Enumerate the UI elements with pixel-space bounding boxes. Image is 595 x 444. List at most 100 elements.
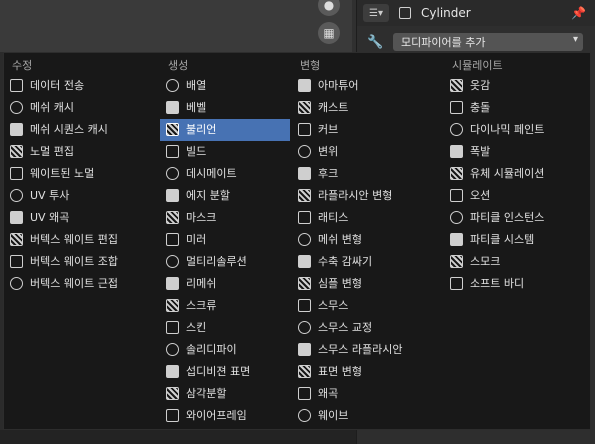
- menu-item[interactable]: 멀티리솔루션: [160, 251, 290, 273]
- uv-warp-icon: [10, 211, 23, 224]
- displace-icon: [298, 145, 311, 158]
- mirror-icon: [166, 233, 179, 246]
- menu-item[interactable]: 변위: [292, 141, 442, 163]
- menu-item[interactable]: 옷감: [444, 75, 590, 97]
- menu-item[interactable]: 충돌: [444, 97, 590, 119]
- wrench-icon[interactable]: 🔧: [367, 35, 383, 50]
- menu-item-label: UV 왜곡: [30, 211, 70, 224]
- menu-item[interactable]: UV 왜곡: [4, 207, 160, 229]
- menu-item[interactable]: 스무스 교정: [292, 317, 442, 339]
- menu-item-label: 버텍스 웨이트 근접: [30, 277, 118, 290]
- menu-item[interactable]: 베벨: [160, 97, 290, 119]
- editor-type-button[interactable]: ☰▾: [363, 4, 389, 22]
- fluid-simulation-icon: [450, 167, 463, 180]
- menu-item[interactable]: 웨이트된 노멀: [4, 163, 160, 185]
- menu-item[interactable]: 표면 변형: [292, 361, 442, 383]
- menu-item[interactable]: 섭디비젼 표면: [160, 361, 290, 383]
- menu-item[interactable]: 스크류: [160, 295, 290, 317]
- menu-item[interactable]: 심플 변형: [292, 273, 442, 295]
- vertex-weight-edit-icon: [10, 233, 23, 246]
- add-modifier-dropdown[interactable]: 모디파이어를 추가 ▾: [393, 33, 583, 51]
- menu-item[interactable]: 솔리디파이: [160, 339, 290, 361]
- menu-item[interactable]: 후크: [292, 163, 442, 185]
- menu-item[interactable]: 래티스: [292, 207, 442, 229]
- menu-item[interactable]: 오션: [444, 185, 590, 207]
- menu-item-label: 섭디비젼 표면: [186, 365, 251, 378]
- menu-item-label: 옷감: [470, 79, 491, 92]
- menu-item[interactable]: 파티클 시스템: [444, 229, 590, 251]
- menu-item[interactable]: 노멀 편집: [4, 141, 160, 163]
- menu-item[interactable]: UV 투사: [4, 185, 160, 207]
- warp-icon: [298, 387, 311, 400]
- add-modifier-label: 모디파이어를 추가: [401, 36, 486, 49]
- column-title: 생성: [168, 59, 189, 72]
- menu-item-label: 라플라시안 변형: [318, 189, 393, 202]
- menu-item[interactable]: 불리언: [160, 119, 290, 141]
- mesh-sequence-cache-icon: [10, 123, 23, 136]
- menu-item-label: 스킨: [186, 321, 207, 334]
- menu-item[interactable]: 아마튜어: [292, 75, 442, 97]
- menu-item[interactable]: 메쉬 시퀀스 캐시: [4, 119, 160, 141]
- menu-item-label: 다이나믹 페인트: [470, 123, 545, 136]
- menu-item-label: 웨이브: [318, 409, 349, 422]
- menu-item[interactable]: 폭발: [444, 141, 590, 163]
- pin-icon[interactable]: 📌: [571, 6, 586, 20]
- bevel-icon: [166, 101, 179, 114]
- menu-item-label: 스무스 라플라시안: [318, 343, 403, 356]
- view-gizmo-icon[interactable]: ●: [318, 0, 340, 16]
- menu-item[interactable]: 커브: [292, 119, 442, 141]
- dynamic-paint-icon: [450, 123, 463, 136]
- menu-item[interactable]: 스킨: [160, 317, 290, 339]
- menu-item-label: 스크류: [186, 299, 217, 312]
- menu-item-label: 리메쉬: [186, 277, 217, 290]
- menu-item-label: 왜곡: [318, 387, 339, 400]
- smooth-corrective-icon: [298, 321, 311, 334]
- boolean-icon: [166, 123, 179, 136]
- menu-item[interactable]: 에지 분할: [160, 185, 290, 207]
- menu-item-label: 캐스트: [318, 101, 349, 114]
- array-icon: [166, 79, 179, 92]
- menu-item[interactable]: 데이터 전송: [4, 75, 160, 97]
- menu-item-label: 수축 감싸기: [318, 255, 373, 268]
- grid-view-icon[interactable]: ▦: [318, 22, 340, 44]
- menu-item[interactable]: 스무스: [292, 295, 442, 317]
- menu-item[interactable]: 캐스트: [292, 97, 442, 119]
- menu-item[interactable]: 스모크: [444, 251, 590, 273]
- menu-item[interactable]: 미러: [160, 229, 290, 251]
- menu-item-label: 스무스: [318, 299, 349, 312]
- menu-item[interactable]: 메쉬 캐시: [4, 97, 160, 119]
- cloth-icon: [450, 79, 463, 92]
- add-modifier-menu: 수정 데이터 전송 메쉬 캐시 메쉬 시퀀스 캐시 노멀 편집 웨이트된 노멀 UV 투사…: [3, 52, 591, 430]
- menu-item[interactable]: 메쉬 변형: [292, 229, 442, 251]
- menu-column-simulate: 시뮬레이트 옷감 충돌 다이나믹 페인트 폭발 유체 시뮬레이션 오션 파티클 인스턴스 파티…: [444, 57, 590, 295]
- menu-item[interactable]: 웨이브: [292, 405, 442, 427]
- solidify-icon: [166, 343, 179, 356]
- menu-item[interactable]: 마스크: [160, 207, 290, 229]
- menu-item[interactable]: 리메쉬: [160, 273, 290, 295]
- menu-item-label: 아마튜어: [318, 79, 359, 92]
- menu-item[interactable]: 왜곡: [292, 383, 442, 405]
- menu-item[interactable]: 소프트 바디: [444, 273, 590, 295]
- menu-item[interactable]: 버텍스 웨이트 조합: [4, 251, 160, 273]
- menu-item[interactable]: 와이어프레임: [160, 405, 290, 427]
- menu-item[interactable]: 파티클 인스턴스: [444, 207, 590, 229]
- menu-item[interactable]: 라플라시안 변형: [292, 185, 442, 207]
- menu-item[interactable]: 스무스 라플라시안: [292, 339, 442, 361]
- menu-item-label: 스모크: [470, 255, 501, 268]
- menu-item[interactable]: 데시메이트: [160, 163, 290, 185]
- viewport-3d[interactable]: ● ▦: [0, 0, 352, 52]
- armature-icon: [298, 79, 311, 92]
- particle-system-icon: [450, 233, 463, 246]
- menu-item-label: 에지 분할: [186, 189, 230, 202]
- menu-item[interactable]: 빌드: [160, 141, 290, 163]
- screw-icon: [166, 299, 179, 312]
- menu-item[interactable]: 배열: [160, 75, 290, 97]
- menu-item[interactable]: 삼각분할: [160, 383, 290, 405]
- column-title: 수정: [12, 59, 33, 72]
- object-name: Cylinder: [421, 6, 471, 20]
- menu-item[interactable]: 버텍스 웨이트 편집: [4, 229, 160, 251]
- menu-item[interactable]: 버텍스 웨이트 근접: [4, 273, 160, 295]
- menu-item[interactable]: 수축 감싸기: [292, 251, 442, 273]
- menu-item[interactable]: 유체 시뮬레이션: [444, 163, 590, 185]
- menu-item[interactable]: 다이나믹 페인트: [444, 119, 590, 141]
